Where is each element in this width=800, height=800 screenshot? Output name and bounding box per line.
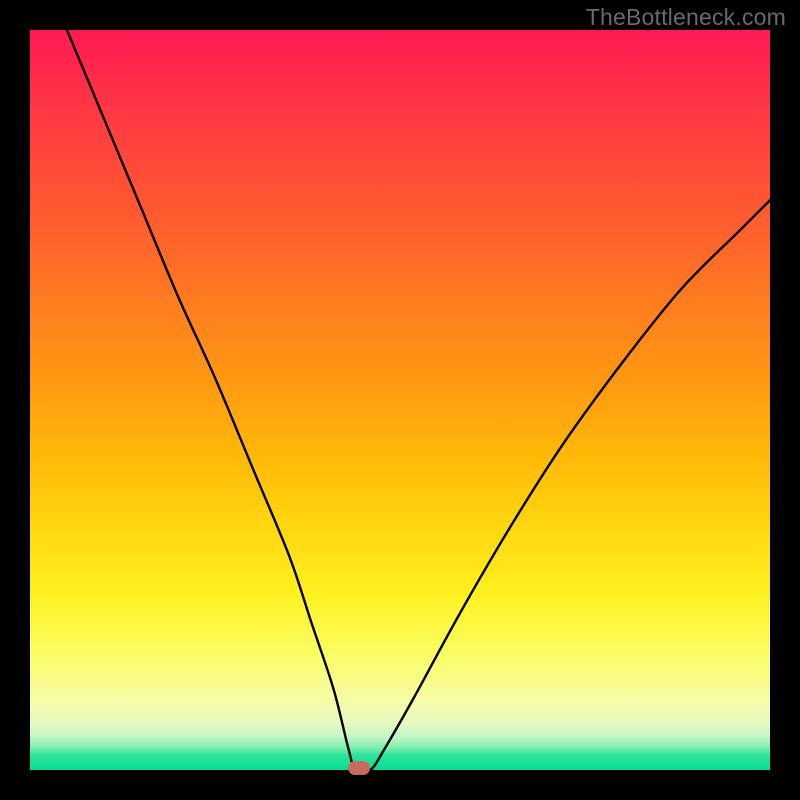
watermark-text: TheBottleneck.com: [586, 4, 786, 31]
plot-area: [30, 30, 770, 770]
optimum-marker: [348, 761, 370, 775]
chart-frame: TheBottleneck.com: [0, 0, 800, 800]
bottleneck-curve: [30, 30, 770, 770]
